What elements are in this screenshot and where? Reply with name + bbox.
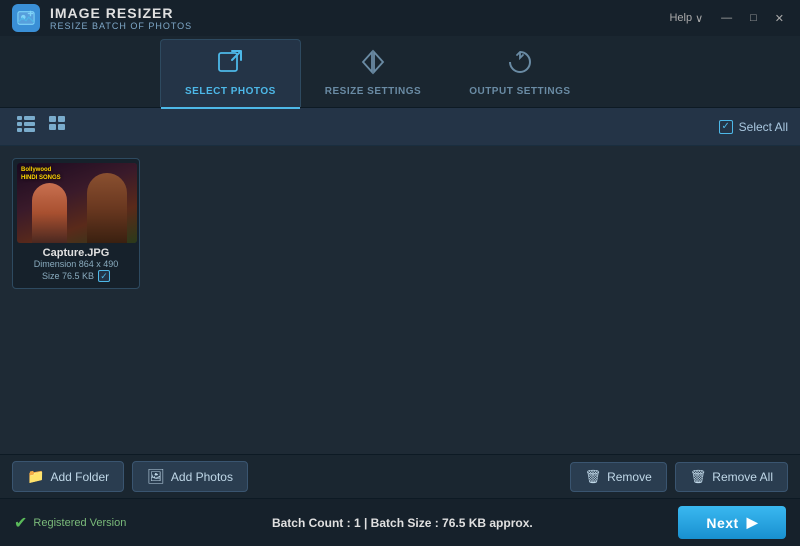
batch-size: 76.5 KB approx. (442, 516, 533, 530)
next-button[interactable]: Next ▶ (678, 506, 786, 539)
registered-label: Registered Version (33, 517, 126, 529)
help-label: Help (669, 12, 692, 24)
thumb-person1 (87, 173, 127, 243)
close-button[interactable]: ✕ (767, 8, 792, 29)
photo-size: Size 76.5 KB (42, 271, 94, 281)
batch-info: Batch Count : 1 | Batch Size : 76.5 KB a… (272, 516, 533, 530)
photo-dimension: Dimension 864 x 490 (19, 259, 133, 269)
add-folder-button[interactable]: 📁 Add Folder (12, 461, 124, 492)
title-bar: IMAGE RESIZER RESIZE BATCH OF PHOTOS Hel… (0, 0, 800, 36)
maximize-button[interactable]: □ (742, 8, 765, 28)
app-logo (12, 4, 40, 32)
add-left-buttons: 📁 Add Folder 🖼 Add Photos (12, 461, 248, 492)
select-all-checkbox[interactable] (719, 120, 733, 134)
add-photos-button[interactable]: 🖼 Add Photos (132, 461, 248, 492)
remove-button[interactable]: 🗑 Remove (570, 462, 667, 492)
status-bar: ✔ Registered Version Batch Count : 1 | B… (0, 498, 800, 546)
tab-select-photos[interactable]: SELECT PHOTOS (160, 39, 301, 107)
view-buttons (12, 113, 72, 140)
list-view-button[interactable] (12, 113, 40, 140)
photo-name: Capture.JPG (19, 247, 133, 259)
minimize-button[interactable]: — (713, 8, 740, 28)
tabs-bar: SELECT PHOTOS RESIZE SETTINGS OUTPUT SET… (0, 36, 800, 108)
next-arrow-icon: ▶ (747, 514, 758, 531)
chevron-down-icon: ∨ (695, 12, 703, 25)
add-folder-label: Add Folder (50, 470, 109, 484)
select-all-label: Select All (739, 120, 788, 134)
output-settings-icon (506, 48, 534, 82)
thumb-inner: BollywoodHINDI SONGS (17, 163, 137, 243)
remove-all-button[interactable]: 🗑 Remove All (675, 462, 788, 492)
toolbar: Select All (0, 108, 800, 146)
photo-grid: BollywoodHINDI SONGS Capture.JPG Dimensi… (12, 158, 788, 289)
add-photos-label: Add Photos (171, 470, 233, 484)
app-subtitle: RESIZE BATCH OF PHOTOS (50, 21, 192, 31)
select-photos-icon (216, 48, 244, 82)
next-label: Next (706, 515, 738, 531)
photo-thumbnail: BollywoodHINDI SONGS (17, 163, 137, 243)
window-controls: Help ∨ — □ ✕ (661, 0, 792, 36)
thumb-text-overlay: BollywoodHINDI SONGS (21, 167, 61, 183)
check-icon: ✔ (14, 513, 27, 533)
tab-select-photos-label: SELECT PHOTOS (185, 86, 276, 97)
remove-all-label: Remove All (712, 470, 773, 484)
photo-checkbox[interactable] (98, 270, 110, 282)
photo-size-row: Size 76.5 KB (19, 270, 133, 282)
image-add-icon: 🖼 (147, 468, 165, 485)
trash-icon: 🗑 (585, 469, 602, 485)
help-button[interactable]: Help ∨ (661, 8, 711, 29)
select-all-area[interactable]: Select All (719, 120, 788, 134)
remove-label: Remove (607, 470, 652, 484)
registered-version: ✔ Registered Version (14, 513, 126, 533)
photo-card[interactable]: BollywoodHINDI SONGS Capture.JPG Dimensi… (12, 158, 140, 289)
thumb-person2 (32, 183, 67, 243)
tab-output-settings-label: OUTPUT SETTINGS (469, 86, 570, 97)
resize-settings-icon (359, 48, 387, 82)
add-bar: 📁 Add Folder 🖼 Add Photos 🗑 Remove 🗑 Rem… (0, 454, 800, 498)
folder-icon: 📁 (27, 468, 44, 485)
grid-view-button[interactable] (44, 113, 72, 140)
photo-info: Capture.JPG Dimension 864 x 490 Size 76.… (17, 243, 135, 284)
batch-prefix: Batch Count : (272, 516, 354, 530)
main-content: BollywoodHINDI SONGS Capture.JPG Dimensi… (0, 146, 800, 454)
app-title: IMAGE RESIZER RESIZE BATCH OF PHOTOS (50, 5, 192, 31)
tab-output-settings[interactable]: OUTPUT SETTINGS (445, 40, 594, 107)
trash-all-icon: 🗑 (690, 469, 707, 485)
batch-sep: | Batch Size : (361, 516, 442, 530)
batch-count: 1 (354, 516, 361, 530)
add-right-buttons: 🗑 Remove 🗑 Remove All (570, 462, 788, 492)
tab-resize-settings[interactable]: RESIZE SETTINGS (301, 40, 445, 107)
app-name: IMAGE RESIZER (50, 5, 192, 21)
tab-resize-settings-label: RESIZE SETTINGS (325, 86, 421, 97)
